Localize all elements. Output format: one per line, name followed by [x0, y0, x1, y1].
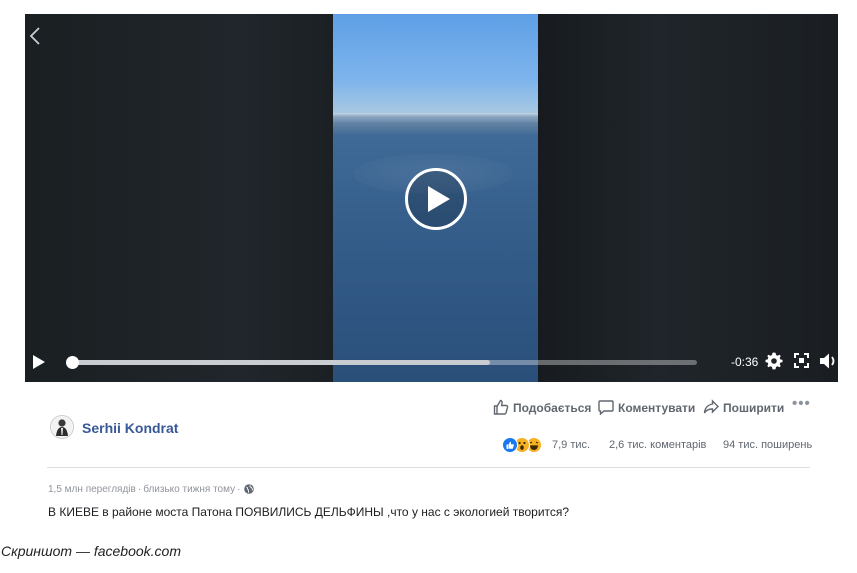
share-icon: [703, 399, 719, 414]
like-label: Подобається: [513, 401, 592, 415]
progress-buffered: [71, 360, 491, 365]
video-controls: -0:36: [25, 344, 838, 382]
play-circle-icon[interactable]: [405, 168, 467, 230]
progress-scrubber[interactable]: [66, 356, 79, 369]
fullscreen-icon[interactable]: [794, 353, 809, 373]
comment-button[interactable]: Коментувати: [598, 399, 696, 416]
comments-count[interactable]: 2,6 тис. коментарів: [609, 439, 706, 451]
video-blur-left: [25, 14, 333, 382]
caption: Скриншот — facebook.com: [1, 543, 182, 559]
globe-icon: [244, 484, 255, 497]
thumbs-up-icon: [493, 399, 509, 415]
volume-icon[interactable]: [819, 352, 838, 375]
chevron-left-icon[interactable]: [28, 26, 44, 46]
comment-label: Коментувати: [618, 401, 696, 415]
avatar[interactable]: [50, 415, 74, 439]
progress-bar[interactable]: [71, 360, 697, 365]
comment-icon: [598, 400, 614, 416]
time-remaining: -0:36: [731, 355, 759, 369]
post-time[interactable]: близько тижня тому: [143, 484, 235, 495]
post-text: В КИЕВЕ в районе моста Патона ПОЯВИЛИСЬ …: [48, 505, 570, 519]
video-blur-right: [538, 14, 838, 382]
more-options-icon[interactable]: •••: [792, 395, 811, 412]
views-count: 1,5 млн переглядів: [48, 484, 136, 495]
reactions-count[interactable]: 7,9 тис.: [552, 439, 590, 451]
video-player[interactable]: -0:36: [25, 14, 838, 382]
shares-count[interactable]: 94 тис. поширень: [723, 439, 812, 451]
post-meta: 1,5 млн переглядів · близько тижня тому ·: [48, 484, 255, 497]
author-name[interactable]: Serhii Kondrat: [82, 420, 178, 436]
share-label: Поширити: [723, 401, 785, 415]
play-icon[interactable]: [32, 354, 46, 370]
like-reaction-icon: [502, 437, 518, 453]
like-button[interactable]: Подобається: [493, 399, 591, 415]
divider: [47, 467, 810, 468]
gear-icon[interactable]: [765, 352, 783, 375]
share-button[interactable]: Поширити: [703, 399, 784, 415]
shoreline: [333, 113, 538, 122]
